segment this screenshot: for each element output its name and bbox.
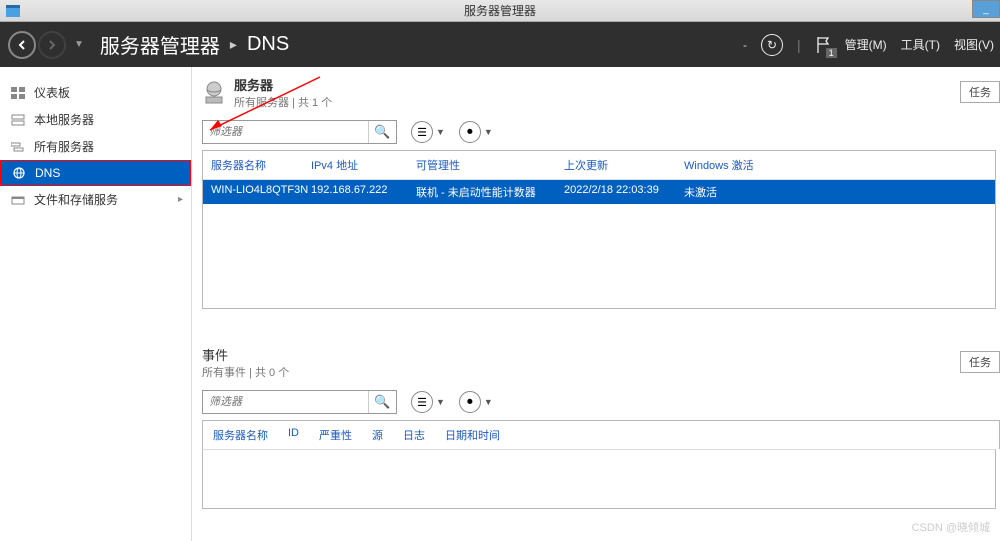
refresh-button[interactable]: ↻ xyxy=(761,34,783,56)
breadcrumb-separator-icon: ▸ xyxy=(230,36,237,53)
sidebar-item-label: 仪表板 xyxy=(34,84,70,101)
servers-table: 服务器名称 IPv4 地址 可管理性 上次更新 Windows 激活 WIN-L… xyxy=(202,150,996,309)
sidebar-item-local-server[interactable]: 本地服务器 xyxy=(0,106,191,133)
content-area: 服务器 所有服务器 | 共 1 个 任务 🔍 ☰ ▼ ⏺ xyxy=(192,67,1000,541)
chevron-right-icon: ▸ xyxy=(178,194,183,205)
events-title: 事件 xyxy=(202,345,289,364)
title-bar: 服务器管理器 _ xyxy=(0,0,1000,22)
search-icon: 🔍 xyxy=(374,394,390,410)
header-divider: | xyxy=(797,37,801,53)
events-table-body xyxy=(202,449,996,509)
search-button[interactable]: 🔍 xyxy=(368,121,396,143)
save-query-button[interactable]: ⏺ xyxy=(459,121,481,143)
servers-tasks-button[interactable]: 任务 xyxy=(960,81,1000,103)
servers-section: 服务器 所有服务器 | 共 1 个 任务 🔍 ☰ ▼ ⏺ xyxy=(196,67,1000,309)
menu-tools[interactable]: 工具(T) xyxy=(901,36,940,53)
cell-server-name: WIN-LIO4L8QTF3N xyxy=(203,180,303,204)
servers-icon xyxy=(10,140,26,154)
cell-last-update: 2022/2/18 22:03:39 xyxy=(556,180,676,204)
servers-section-icon xyxy=(202,81,226,105)
sidebar-item-dns[interactable]: DNS xyxy=(0,160,191,186)
col-ev-datetime[interactable]: 日期和时间 xyxy=(435,427,510,443)
events-subtitle: 所有事件 | 共 0 个 xyxy=(202,364,289,380)
menu-view[interactable]: 视图(V) xyxy=(954,36,994,53)
col-ev-log[interactable]: 日志 xyxy=(393,427,435,443)
events-section: 事件 所有事件 | 共 0 个 任务 🔍 ☰ ▼ ⏺ xyxy=(196,337,1000,509)
header-bar: ▼ 服务器管理器 ▸ DNS - ↻ | 1 管理(M) 工具(T) 视图(V) xyxy=(0,22,1000,67)
storage-icon xyxy=(10,193,26,207)
events-table-header: 服务器名称 ID 严重性 源 日志 日期和时间 xyxy=(202,420,1000,449)
table-row[interactable]: WIN-LIO4L8QTF3N 192.168.67.222 联机 - 未启动性… xyxy=(203,180,995,204)
notification-badge: 1 xyxy=(826,48,837,58)
search-icon: 🔍 xyxy=(374,124,390,140)
dns-icon xyxy=(11,166,27,180)
disk-icon: ⏺ xyxy=(467,126,473,139)
cell-manageability: 联机 - 未启动性能计数器 xyxy=(408,180,556,204)
servers-table-header: 服务器名称 IPv4 地址 可管理性 上次更新 Windows 激活 xyxy=(203,151,995,180)
chevron-down-icon[interactable]: ▼ xyxy=(484,397,493,407)
sidebar-item-label: 本地服务器 xyxy=(34,111,94,128)
events-filter-input[interactable] xyxy=(203,396,368,408)
events-tasks-button[interactable]: 任务 xyxy=(960,351,1000,373)
col-ev-severity[interactable]: 严重性 xyxy=(309,427,362,443)
breadcrumb-root[interactable]: 服务器管理器 xyxy=(100,30,220,59)
sidebar-item-dashboard[interactable]: 仪表板 xyxy=(0,79,191,106)
save-query-button[interactable]: ⏺ xyxy=(459,391,481,413)
cell-activation: 未激活 xyxy=(676,180,796,204)
dashboard-icon xyxy=(10,86,26,100)
col-manageability[interactable]: 可管理性 xyxy=(408,151,556,179)
refresh-icon: ↻ xyxy=(761,34,783,56)
col-activation[interactable]: Windows 激活 xyxy=(676,151,796,179)
servers-title: 服务器 xyxy=(234,75,332,94)
list-icon: ☰ xyxy=(417,396,427,409)
sidebar-item-label: 文件和存储服务 xyxy=(34,191,118,208)
minimize-button[interactable]: _ xyxy=(972,0,1000,18)
sidebar-item-label: DNS xyxy=(35,166,60,180)
col-ev-source[interactable]: 源 xyxy=(362,427,393,443)
nav-history-dropdown[interactable]: ▼ xyxy=(74,39,84,50)
sidebar-item-all-servers[interactable]: 所有服务器 xyxy=(0,133,191,160)
sidebar-item-label: 所有服务器 xyxy=(34,138,94,155)
chevron-down-icon[interactable]: ▼ xyxy=(436,397,445,407)
chevron-down-icon[interactable]: ▼ xyxy=(436,127,445,137)
app-icon xyxy=(3,2,23,20)
servers-filter-box: 🔍 xyxy=(202,120,397,144)
search-button[interactable]: 🔍 xyxy=(368,391,396,413)
nav-back-button[interactable] xyxy=(8,31,36,59)
chevron-down-icon[interactable]: ▼ xyxy=(484,127,493,137)
servers-filter-input[interactable] xyxy=(203,126,368,138)
col-last-update[interactable]: 上次更新 xyxy=(556,151,676,179)
sidebar-item-file-storage[interactable]: 文件和存储服务 ▸ xyxy=(0,186,191,213)
watermark: CSDN @晓倾城 xyxy=(912,519,990,535)
cell-ip: 192.168.67.222 xyxy=(303,180,408,204)
server-icon xyxy=(10,113,26,127)
notifications-button[interactable]: 1 xyxy=(815,36,831,54)
disk-icon: ⏺ xyxy=(467,396,473,409)
col-server-name[interactable]: 服务器名称 xyxy=(203,151,303,179)
nav-forward-button[interactable] xyxy=(38,31,66,59)
filter-options-button[interactable]: ☰ xyxy=(411,121,433,143)
filter-options-button[interactable]: ☰ xyxy=(411,391,433,413)
list-icon: ☰ xyxy=(417,126,427,139)
col-ev-server-name[interactable]: 服务器名称 xyxy=(203,427,278,443)
header-dash-icon: - xyxy=(743,38,747,52)
col-ip[interactable]: IPv4 地址 xyxy=(303,151,408,179)
breadcrumb: 服务器管理器 ▸ DNS xyxy=(100,30,289,59)
col-ev-id[interactable]: ID xyxy=(278,427,309,443)
window-title: 服务器管理器 xyxy=(464,2,536,19)
breadcrumb-current: DNS xyxy=(247,33,289,56)
events-filter-box: 🔍 xyxy=(202,390,397,414)
menu-manage[interactable]: 管理(M) xyxy=(845,36,887,53)
sidebar: 仪表板 本地服务器 所有服务器 DNS 文件和存储服务 ▸ xyxy=(0,67,192,541)
servers-subtitle: 所有服务器 | 共 1 个 xyxy=(234,94,332,110)
